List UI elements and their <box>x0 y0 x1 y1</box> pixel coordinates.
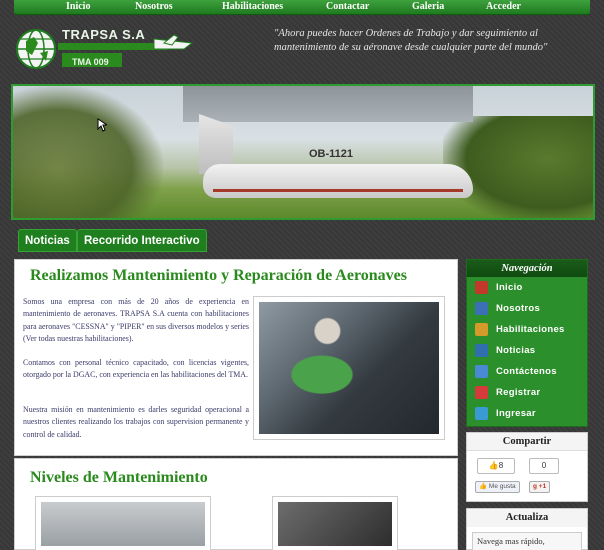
aircraft-fuselage <box>203 164 473 198</box>
google-plus-button[interactable]: g +1 <box>529 481 551 493</box>
nav-contactar[interactable]: Contactar <box>326 1 369 12</box>
aircraft-registration: OB-1121 <box>309 148 354 160</box>
technician-photo <box>253 296 445 440</box>
sidebar-item-registrar[interactable]: Registrar <box>467 382 587 403</box>
aircraft-stripe <box>213 189 463 192</box>
share-panel: Compartir 👍8 0 👍 Me gusta g +1 <box>466 432 588 502</box>
intro-paragraph: Somos una empresa con más de 20 años de … <box>23 297 249 343</box>
level-thumbnail[interactable] <box>35 496 211 550</box>
sidebar-item-habilitaciones[interactable]: Habilitaciones <box>467 319 587 340</box>
logo-brand: TRAPSA S.A <box>62 27 146 42</box>
sidebar-header: Navegación <box>467 260 587 277</box>
main-title: Realizamos Mantenimiento y Reparación de… <box>30 267 407 284</box>
nav-nosotros[interactable]: Nosotros <box>135 1 173 12</box>
sidebar-item-label: Inicio <box>496 282 523 293</box>
maintenance-levels-panel: Niveles de Mantenimiento <box>14 458 458 550</box>
phone-icon <box>475 365 488 378</box>
staff-paragraph: Contamos con personal técnico capacitado… <box>23 358 249 380</box>
thumbs-up-icon: 👍 <box>488 461 499 470</box>
sidebar-item-noticias[interactable]: Noticias <box>467 340 587 361</box>
plus-count-badge: 0 <box>529 458 559 474</box>
hero-banner-image: OB-1121 <box>11 84 595 220</box>
tagline: "Ahora puedes hacer Ordenes de Trabajo y… <box>274 28 548 53</box>
register-icon <box>475 386 488 399</box>
news-icon <box>475 344 488 357</box>
update-message: Navega mas rápido, <box>472 532 582 550</box>
level-thumbnail[interactable] <box>272 496 398 550</box>
sidebar-item-label: Nosotros <box>496 303 541 314</box>
logo[interactable]: TRAPSA S.A TMA 009 <box>14 25 194 75</box>
sidebar-item-inicio[interactable]: Inicio <box>467 277 587 298</box>
like-button-label: Me gusta <box>488 483 516 490</box>
mission-paragraph: Nuestra misión en mantenimiento es darle… <box>23 405 249 439</box>
update-panel: Actualiza Navega mas rápido, <box>466 508 588 550</box>
nav-galeria[interactable]: Galeria <box>412 1 444 12</box>
nav-habilitaciones[interactable]: Habilitaciones <box>222 1 283 12</box>
plus-button-label: +1 <box>538 483 547 490</box>
hangar-roof <box>183 86 473 122</box>
main-content-panel: Realizamos Mantenimiento y Reparación de… <box>14 259 458 456</box>
sidebar-item-label: Registrar <box>496 387 541 398</box>
thumbs-up-icon: 👍 <box>479 483 488 490</box>
update-header: Actualiza <box>467 509 587 527</box>
levels-title: Niveles de Mantenimiento <box>30 469 208 486</box>
tab-noticias[interactable]: Noticias <box>18 229 77 252</box>
nav-inicio[interactable]: Inicio <box>66 1 90 12</box>
top-nav: Inicio Nosotros Habilitaciones Contactar… <box>14 0 590 15</box>
sidebar-item-contactenos[interactable]: Contáctenos <box>467 361 587 382</box>
sidebar-item-label: Noticias <box>496 345 536 356</box>
logo-sub: TMA 009 <box>72 57 109 67</box>
like-button[interactable]: 👍 Me gusta <box>475 481 520 493</box>
like-count-badge: 👍8 <box>477 458 515 474</box>
share-header: Compartir <box>467 433 587 451</box>
mouse-cursor-icon <box>97 118 107 132</box>
tab-recorrido-interactivo[interactable]: Recorrido Interactivo <box>77 229 207 252</box>
sidebar-item-label: Contáctenos <box>496 366 557 377</box>
home-icon <box>475 281 488 294</box>
tools-icon <box>475 323 488 336</box>
technician-photo-image <box>259 302 439 434</box>
level-thumbnail-image <box>41 502 205 546</box>
nav-acceder[interactable]: Acceder <box>486 1 521 12</box>
trees-right <box>443 116 593 218</box>
like-count: 8 <box>498 461 504 470</box>
key-icon <box>475 407 488 420</box>
level-thumbnail-image <box>278 502 392 546</box>
sidebar-item-ingresar[interactable]: Ingresar <box>467 403 587 424</box>
trees-left <box>13 86 163 218</box>
sidebar-item-label: Habilitaciones <box>496 324 565 335</box>
sidebar-item-nosotros[interactable]: Nosotros <box>467 298 587 319</box>
users-icon <box>475 302 488 315</box>
sidebar-navigation: Navegación Inicio Nosotros Habilitacione… <box>466 259 588 427</box>
google-plus-icon: g <box>533 483 537 490</box>
sidebar-item-label: Ingresar <box>496 408 536 419</box>
